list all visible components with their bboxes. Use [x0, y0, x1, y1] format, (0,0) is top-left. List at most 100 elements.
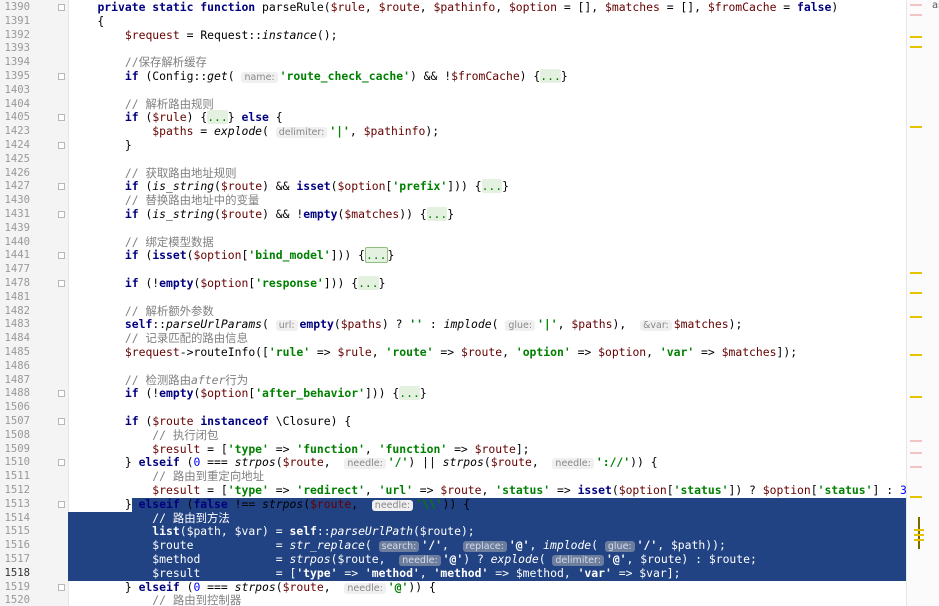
stripe-marker[interactable]: [910, 14, 922, 16]
code-line[interactable]: 1439: [0, 222, 921, 236]
code-line[interactable]: 1488 if (!empty($option['after_behavior'…: [0, 386, 921, 401]
code-line[interactable]: 1506: [0, 401, 921, 415]
code-line[interactable]: 1390 private static function parseRule($…: [0, 0, 921, 15]
stripe-marker[interactable]: [910, 46, 922, 48]
code-text[interactable]: $route = str_replace( search: '/', replac…: [70, 538, 925, 553]
code-line[interactable]: 1424 }: [0, 138, 921, 153]
code-text[interactable]: } elseif (0 === strpos($route, needle: '/…: [70, 455, 662, 470]
stripe-marker[interactable]: [910, 466, 922, 468]
code-line[interactable]: 1509 $result = ['type' => 'function', 'f…: [0, 442, 921, 457]
code-line[interactable]: 1484 // 记录匹配的路由信息: [0, 331, 921, 346]
code-text[interactable]: [70, 291, 74, 305]
fold-toggle-icon[interactable]: [58, 142, 65, 149]
code-line[interactable]: 1393: [0, 42, 921, 56]
stripe-marker[interactable]: [910, 316, 922, 318]
side-panel-tab[interactable]: ase: [932, 0, 939, 20]
code-line[interactable]: 1487 // 检测路由after行为: [0, 373, 921, 388]
code-text[interactable]: // 执行闭包: [70, 428, 222, 443]
stripe-marker[interactable]: [910, 440, 922, 442]
code-text[interactable]: [70, 222, 74, 236]
stripe-marker[interactable]: [910, 354, 922, 356]
fold-toggle-icon[interactable]: [58, 583, 65, 591]
code-line[interactable]: 1511 // 路由到重定向地址: [0, 469, 921, 484]
code-line[interactable]: 1482 // 解析额外参数: [0, 304, 921, 319]
code-text[interactable]: // 替换路由地址中的变量: [70, 193, 263, 208]
code-line[interactable]: 1519 } elseif (0 === strpos($route, need…: [0, 580, 921, 595]
stripe-marker[interactable]: [910, 36, 922, 38]
fold-toggle-icon[interactable]: [58, 4, 65, 11]
stripe-marker[interactable]: [910, 496, 922, 498]
code-line[interactable]: 1425: [0, 153, 921, 167]
code-text[interactable]: if (Config::get( name:'route_check_cache…: [70, 69, 572, 84]
fold-toggle-icon[interactable]: [58, 114, 65, 122]
stripe-marker[interactable]: [910, 4, 922, 6]
code-text[interactable]: $request = Request::instance();: [70, 28, 342, 43]
code-text[interactable]: [70, 153, 74, 167]
code-text[interactable]: //保存解析缓存: [70, 55, 211, 70]
fold-toggle-icon[interactable]: [58, 211, 65, 218]
fold-toggle-icon[interactable]: [58, 459, 65, 467]
code-line[interactable]: 1403: [0, 84, 921, 98]
error-stripe[interactable]: ase: [906, 0, 939, 606]
code-text[interactable]: if ($route instanceof \Closure) {: [70, 414, 355, 429]
code-line[interactable]: 1518 $result = ['type' => 'method', 'met…: [0, 566, 925, 581]
code-text[interactable]: $result = ['type' => 'redirect', 'url' =…: [70, 483, 938, 498]
code-line[interactable]: 1392 $request = Request::instance();: [0, 28, 921, 43]
code-text[interactable]: // 路由到重定向地址: [70, 469, 268, 484]
code-text[interactable]: // 获取路由地址规则: [70, 166, 241, 181]
code-text[interactable]: // 解析路由规则: [70, 97, 218, 112]
code-text[interactable]: [70, 401, 74, 415]
stripe-marker[interactable]: [910, 126, 922, 128]
fold-toggle-icon[interactable]: [58, 183, 65, 191]
code-line[interactable]: 1515 list($path, $var) = self::parseUrlP…: [0, 524, 925, 540]
fold-toggle-icon[interactable]: [58, 500, 65, 508]
code-text[interactable]: [70, 42, 74, 56]
code-text[interactable]: // 解析额外参数: [70, 304, 218, 319]
code-text[interactable]: [70, 360, 74, 374]
code-text[interactable]: // 记录匹配的路由信息: [70, 331, 252, 346]
code-text[interactable]: $paths = explode( delimiter: '|', $pathin…: [70, 124, 443, 139]
code-line[interactable]: 1404 // 解析路由规则: [0, 97, 921, 112]
code-line[interactable]: 1391 {: [0, 14, 921, 29]
code-line[interactable]: 1517 $method = strpos($route, needle: '@'…: [0, 552, 925, 567]
code-text[interactable]: // 路由到控制器: [70, 593, 245, 606]
stripe-marker[interactable]: [910, 292, 922, 294]
code-line[interactable]: 1478 if (!empty($option['response'])) {.…: [0, 276, 921, 291]
stripe-marker[interactable]: [910, 452, 922, 454]
code-line[interactable]: 1441 if (isset($option['bind_model'])) {…: [0, 247, 921, 264]
fold-toggle-icon[interactable]: [58, 73, 65, 80]
code-line[interactable]: 1394 //保存解析缓存: [0, 55, 921, 70]
code-text[interactable]: if (isset($option['bind_model'])) {...}: [70, 247, 398, 264]
code-text[interactable]: list($path, $var) = self::parseUrlPath($…: [70, 524, 925, 540]
code-line[interactable]: 1516 $route = str_replace( search: '/', r…: [0, 538, 925, 553]
code-line[interactable]: 1513 } elseif (false !== strpos($route, …: [0, 497, 925, 512]
code-line[interactable]: 1423 $paths = explode( delimiter: '|', $p…: [0, 124, 921, 139]
code-text[interactable]: [70, 263, 74, 277]
code-text[interactable]: $result = ['type' => 'function', 'functi…: [70, 442, 534, 457]
code-line[interactable]: 1427 if (is_string($route) && isset($opt…: [0, 179, 921, 194]
fold-toggle-icon[interactable]: [58, 252, 65, 260]
code-line[interactable]: 1485 $request->routeInfo(['rule' => $rul…: [0, 345, 921, 360]
fold-toggle-icon[interactable]: [58, 280, 65, 287]
code-text[interactable]: if (is_string($route) && isset($option['…: [70, 179, 513, 194]
code-line[interactable]: 1405 if ($rule) {...} else {: [0, 110, 921, 125]
code-line[interactable]: 1507 if ($route instanceof \Closure) {: [0, 414, 921, 429]
code-line[interactable]: 1431 if (is_string($route) && !empty($ma…: [0, 207, 921, 222]
code-line[interactable]: 1508 // 执行闭包: [0, 428, 921, 443]
code-text[interactable]: $method = strpos($route, needle: '@') ? e…: [70, 552, 925, 567]
code-line[interactable]: 1514 // 路由到方法: [0, 511, 925, 526]
code-text[interactable]: $request->routeInfo(['rule' => $rule, 'r…: [70, 345, 801, 360]
code-text[interactable]: // 检测路由after行为: [70, 373, 252, 388]
code-text[interactable]: $result = ['type' => 'method', 'method' …: [70, 566, 925, 581]
code-text[interactable]: private static function parseRule($rule,…: [70, 0, 842, 15]
stripe-marker[interactable]: [910, 272, 922, 274]
scroll-thumb[interactable]: [914, 517, 924, 549]
code-line[interactable]: 1477: [0, 263, 921, 277]
stripe-marker[interactable]: [910, 396, 922, 398]
code-text[interactable]: [70, 84, 74, 98]
code-line[interactable]: 1481: [0, 291, 921, 305]
code-editor[interactable]: 1390 private static function parseRule($…: [0, 0, 939, 606]
code-text[interactable]: self::parseUrlParams( url: empty($paths) …: [70, 317, 746, 332]
code-line[interactable]: 1486: [0, 360, 921, 374]
code-text[interactable]: if (!empty($option['after_behavior'])) {…: [70, 386, 431, 401]
